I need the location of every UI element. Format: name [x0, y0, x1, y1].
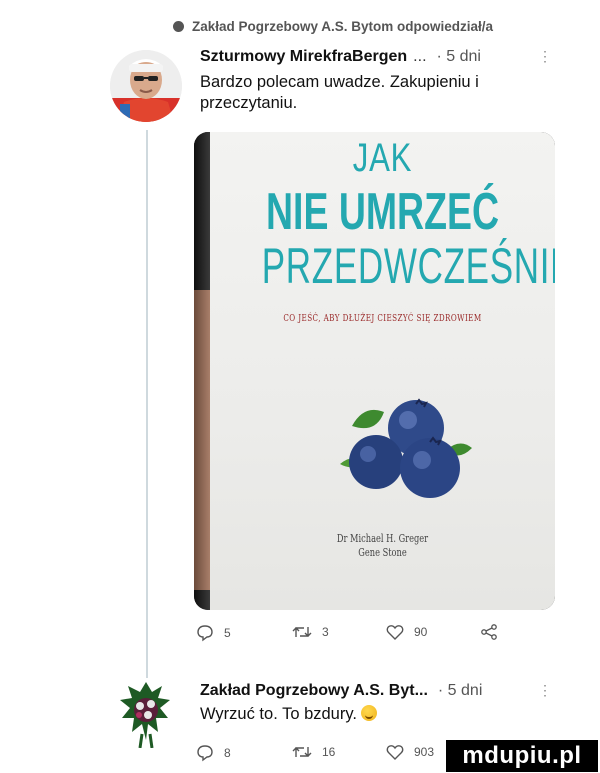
book-authors: Dr Michael H. Greger Gene Stone	[253, 532, 512, 560]
like-icon	[386, 745, 404, 760]
book-author-2: Gene Stone	[358, 546, 407, 559]
book-image[interactable]: JAK NIE UMRZEĆ PRZEDWCZEŚNIE CO JEŚĆ, AB…	[194, 132, 555, 610]
like-count: 903	[414, 745, 435, 759]
retweet-count: 16	[322, 745, 336, 759]
like-count: 90	[414, 625, 428, 639]
tweet-text: Bardzo polecam uwadze. Zakupieniu i prze…	[200, 73, 479, 112]
author-name[interactable]: Zakład Pogrzebowy A.S. Byt...	[200, 682, 428, 700]
retweet-button[interactable]: 3	[292, 624, 329, 640]
more-icon[interactable]: ⋮	[538, 682, 552, 699]
share-button[interactable]	[480, 624, 498, 640]
like-button[interactable]: 903	[386, 744, 434, 760]
avatar[interactable]	[118, 678, 174, 749]
book-title-line-2: NIE UMRZEĆ	[266, 183, 499, 241]
reply-context-text: Zakład Pogrzebowy A.S. Bytom odpowiedzia…	[192, 19, 494, 34]
timestamp[interactable]: · 5 dni	[438, 682, 482, 700]
watermark-logo: mdupiu.pl	[446, 740, 598, 772]
thread-line	[146, 130, 148, 678]
timestamp[interactable]: · 5 dni	[437, 48, 481, 66]
reply-button[interactable]: 5	[196, 624, 231, 642]
blueberries-illustration	[340, 398, 472, 498]
reply-count: 8	[224, 746, 231, 760]
retweet-icon	[292, 747, 312, 757]
avatar[interactable]	[110, 50, 182, 122]
tweet-header: Szturmowy MirekfraBergen ... · 5 dni	[200, 48, 481, 66]
emoji-icon	[360, 705, 377, 721]
share-icon	[481, 624, 497, 640]
reply-button[interactable]: 8	[196, 744, 231, 762]
hand-holding-book	[194, 290, 210, 590]
tweet-header: Zakład Pogrzebowy A.S. Byt... · 5 dni	[200, 682, 482, 700]
author-name[interactable]: Szturmowy MirekfraBergen	[200, 48, 407, 66]
author-ellipsis: ...	[413, 48, 427, 65]
book-title-line-1: JAK	[352, 136, 413, 180]
book-author-1: Dr Michael H. Greger	[336, 532, 429, 545]
more-icon[interactable]: ⋮	[538, 48, 552, 65]
book-subtitle: CO JEŚĆ, ABY DŁUŻEJ CIESZYĆ SIĘ ZDROWIEM	[283, 314, 482, 324]
book-title-line-3: PRZEDWCZEŚNIE	[261, 238, 555, 294]
reply-context[interactable]: Zakład Pogrzebowy A.S. Bytom odpowiedzia…	[173, 19, 493, 34]
reply-icon	[197, 625, 213, 642]
tweet-text-content: Wyrzuć to. To bzdury.	[200, 705, 357, 723]
retweet-button[interactable]: 16	[292, 744, 335, 760]
comment-bubble-icon	[173, 21, 184, 32]
like-icon	[386, 625, 404, 640]
reply-count: 5	[224, 626, 231, 640]
reply-icon	[197, 745, 213, 762]
retweet-icon	[292, 627, 312, 637]
tweet-text: Wyrzuć to. To bzdury.	[200, 704, 570, 725]
like-button[interactable]: 90	[386, 624, 427, 640]
book-cover: JAK NIE UMRZEĆ PRZEDWCZEŚNIE CO JEŚĆ, AB…	[210, 132, 555, 610]
retweet-count: 3	[322, 625, 329, 639]
